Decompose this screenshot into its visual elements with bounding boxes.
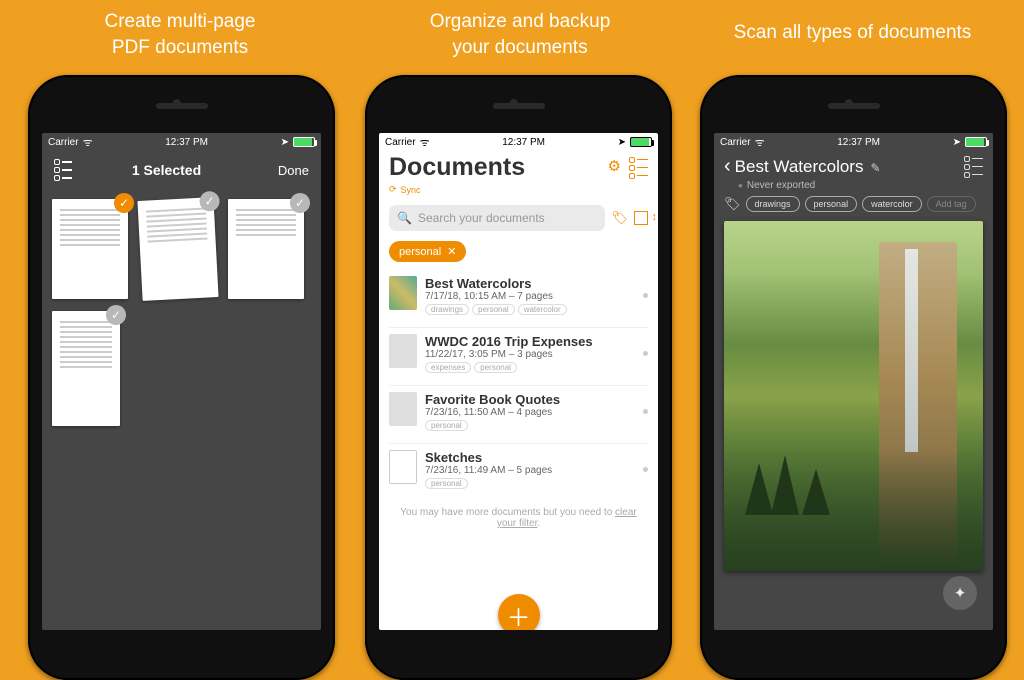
chevron-left-icon: ‹ xyxy=(724,155,731,178)
menu-dot-icon[interactable] xyxy=(643,293,648,298)
done-button[interactable]: Done xyxy=(261,163,309,178)
doc-title: Best Watercolors xyxy=(425,276,631,291)
filter-chip[interactable]: personal ✕ xyxy=(389,241,466,262)
filter-footer: You may have more documents but you need… xyxy=(379,503,658,533)
scanned-image[interactable] xyxy=(724,221,983,571)
check-icon: ✓ xyxy=(199,191,220,212)
doc-tag: personal xyxy=(472,304,515,315)
search-icon: 🔍 xyxy=(397,211,412,225)
check-icon: ✓ xyxy=(290,193,310,213)
close-icon[interactable]: ✕ xyxy=(447,245,456,258)
filter-chip-label: personal xyxy=(399,246,441,258)
location-icon: ➤ xyxy=(618,137,626,148)
menu-dot-icon[interactable] xyxy=(643,467,648,472)
wifi-icon: ᯤ xyxy=(83,135,93,150)
doc-subtitle: 7/23/16, 11:50 AM – 4 pages xyxy=(425,407,631,418)
check-icon: ✓ xyxy=(114,193,134,213)
doc-tag: expenses xyxy=(425,362,471,373)
doc-subtitle: 7/17/18, 10:15 AM – 7 pages xyxy=(425,291,631,302)
doc-tag: personal xyxy=(425,478,468,489)
doc-thumb xyxy=(389,276,417,310)
status-time: 12:37 PM xyxy=(165,137,208,148)
status-time: 12:37 PM xyxy=(837,137,880,148)
battery-icon xyxy=(293,137,315,147)
tag-pill[interactable]: drawings xyxy=(746,196,800,212)
page-thumb[interactable]: ✓ xyxy=(52,311,120,426)
page-thumb[interactable]: ✓ xyxy=(52,199,128,299)
location-icon: ➤ xyxy=(281,137,289,148)
select-mode-icon[interactable] xyxy=(54,159,72,181)
add-document-button[interactable]: ＋ xyxy=(498,594,540,630)
sort-icon[interactable] xyxy=(634,211,648,225)
document-row[interactable]: Favorite Book Quotes 7/23/16, 11:50 AM –… xyxy=(389,385,648,437)
phone-1: Carrier ᯤ 12:37 PM ➤ 1 Selected Done ✓ ✓ … xyxy=(28,75,335,680)
wifi-icon: ᯤ xyxy=(755,135,765,150)
carrier-label: Carrier xyxy=(48,137,79,148)
menu-dot-icon[interactable] xyxy=(643,351,648,356)
battery-icon xyxy=(630,137,652,147)
status-time: 12:37 PM xyxy=(502,137,545,148)
doc-tag: drawings xyxy=(425,304,469,315)
doc-tag: personal xyxy=(474,362,517,373)
search-input[interactable]: 🔍 Search your documents xyxy=(389,205,605,231)
tag-filter-icon[interactable] xyxy=(611,209,628,227)
nav-title: 1 Selected xyxy=(72,162,261,178)
doc-subtitle: 7/23/16, 11:49 AM – 5 pages xyxy=(425,465,631,476)
list-view-icon[interactable] xyxy=(629,157,648,179)
location-icon: ➤ xyxy=(953,137,961,148)
list-view-icon[interactable] xyxy=(964,156,983,178)
sync-label: Sync xyxy=(401,185,421,195)
check-icon: ✓ xyxy=(106,305,126,325)
gear-icon[interactable] xyxy=(608,157,621,179)
doc-title: Favorite Book Quotes xyxy=(425,392,631,407)
page-thumb[interactable]: ✓ xyxy=(228,199,304,299)
wifi-icon: ᯤ xyxy=(420,135,430,150)
tag-pill[interactable]: watercolor xyxy=(862,196,922,212)
doc-thumb xyxy=(389,392,417,426)
phone-2: Carrier ᯤ 12:37 PM ➤ Documents ⟳ Sync 🔍 Se… xyxy=(365,75,672,680)
pencil-icon[interactable] xyxy=(867,157,880,177)
add-tag-button[interactable]: Add tag xyxy=(927,196,976,212)
page-title: Documents xyxy=(389,153,525,182)
document-row[interactable]: WWDC 2016 Trip Expenses 11/22/17, 3:05 P… xyxy=(389,327,648,379)
doc-thumb xyxy=(389,450,417,484)
caption-2: Organize and backup your documents xyxy=(370,9,670,60)
export-status: Never exported xyxy=(714,180,993,195)
document-row[interactable]: Sketches 7/23/16, 11:49 AM – 5 pages per… xyxy=(389,443,648,495)
document-row[interactable]: Best Watercolors 7/17/18, 10:15 AM – 7 p… xyxy=(389,270,648,321)
document-list: Best Watercolors 7/17/18, 10:15 AM – 7 p… xyxy=(379,268,658,503)
tag-icon xyxy=(724,195,741,213)
doc-thumb xyxy=(389,334,417,368)
doc-title: WWDC 2016 Trip Expenses xyxy=(425,334,631,349)
caption-1: Create multi-page PDF documents xyxy=(40,9,320,60)
caption-3: Scan all types of documents xyxy=(700,20,1005,46)
back-button[interactable]: ‹ Best Watercolors xyxy=(724,155,881,178)
page-thumb[interactable]: ✓ xyxy=(137,197,218,301)
carrier-label: Carrier xyxy=(385,137,416,148)
doc-tag: watercolor xyxy=(518,304,567,315)
tag-pill[interactable]: personal xyxy=(805,196,858,212)
page-thumbnails: ✓ ✓ ✓ ✓ xyxy=(42,189,321,436)
doc-title: Sketches xyxy=(425,450,631,465)
battery-icon xyxy=(965,137,987,147)
sync-icon[interactable]: ⟳ xyxy=(389,184,397,195)
carrier-label: Carrier xyxy=(720,137,751,148)
doc-tag: personal xyxy=(425,420,468,431)
search-placeholder: Search your documents xyxy=(418,211,545,225)
doc-title: Best Watercolors xyxy=(735,157,864,177)
doc-subtitle: 11/22/17, 3:05 PM – 3 pages xyxy=(425,349,631,360)
menu-dot-icon[interactable] xyxy=(643,409,648,414)
phone-3: Carrier ᯤ 12:37 PM ➤ ‹ Best Watercolors N… xyxy=(700,75,1007,680)
